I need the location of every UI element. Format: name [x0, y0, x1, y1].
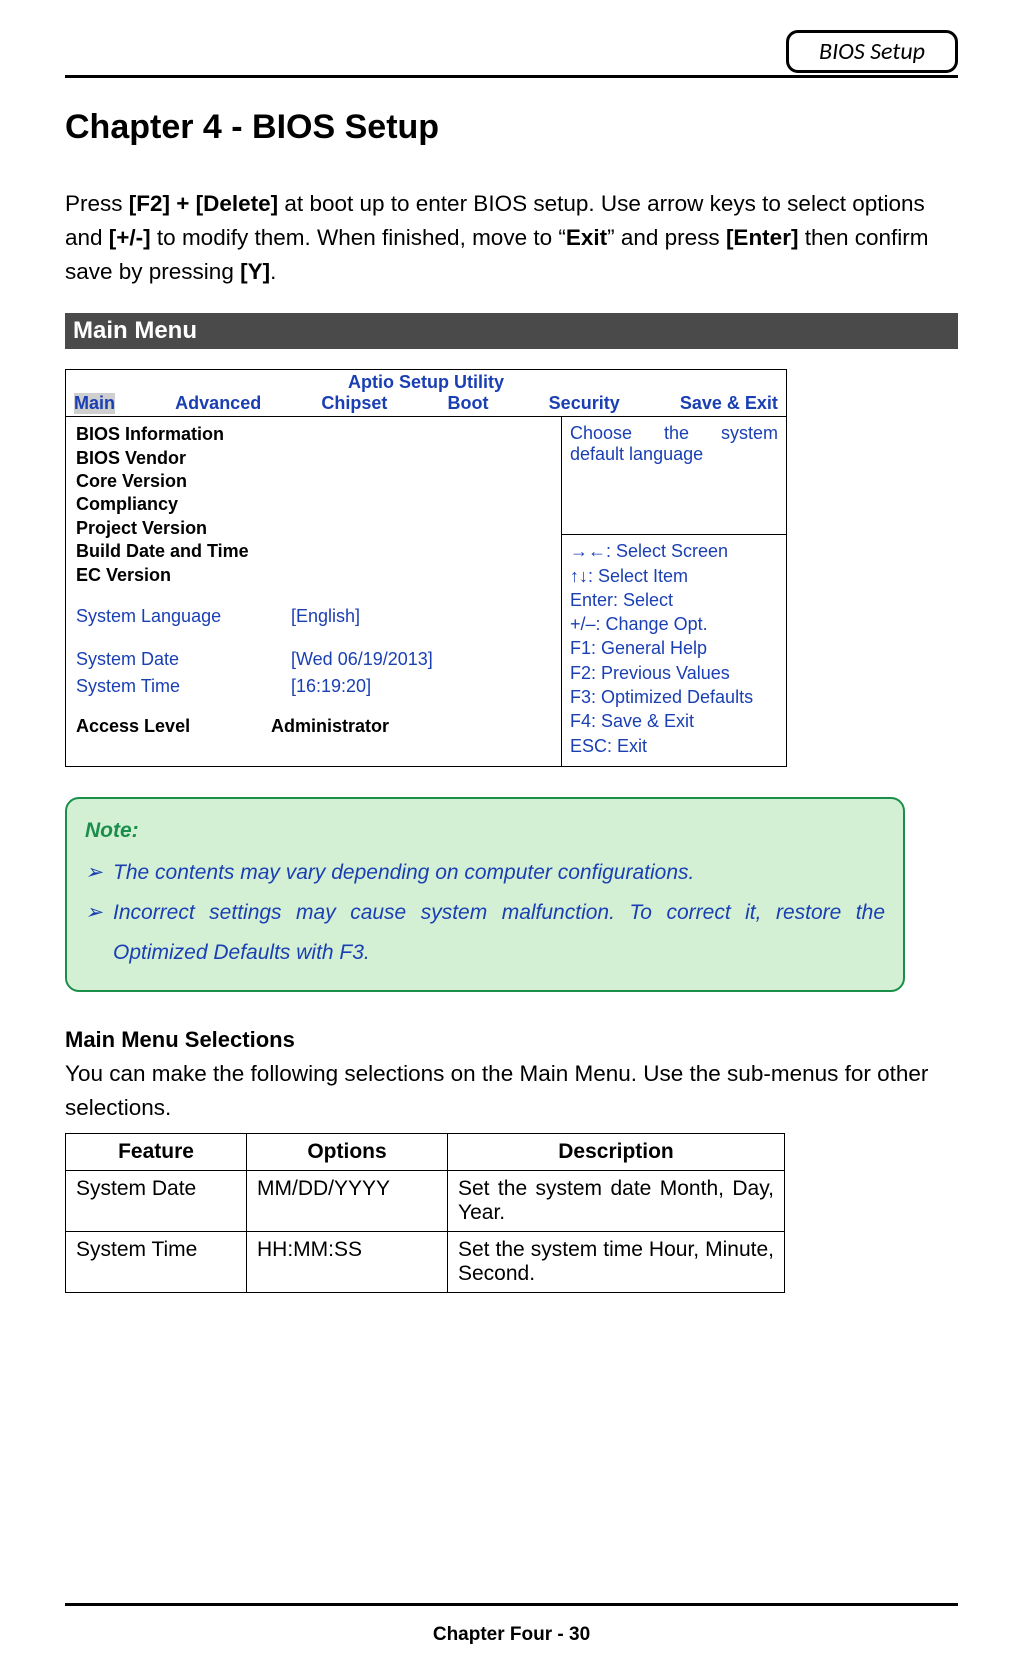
top-rule: [65, 75, 958, 78]
note-item: ➢ Incorrect settings may cause system ma…: [85, 893, 885, 973]
bios-key-line: ↑↓: Select Item: [570, 564, 778, 588]
header-badge: BIOS Setup: [786, 30, 958, 73]
bios-info-line: Compliancy: [76, 493, 551, 516]
bios-key-line: F2: Previous Values: [570, 661, 778, 685]
bios-tab-chipset[interactable]: Chipset: [321, 393, 387, 414]
th-feature: Feature: [66, 1133, 247, 1170]
chapter-title: Chapter 4 - BIOS Setup: [65, 108, 958, 147]
bios-access-level-row: Access Level Administrator: [76, 716, 551, 737]
cell-description: Set the system time Hour, Minute, Second…: [448, 1231, 785, 1292]
intro-text: ” and press: [607, 225, 726, 250]
note-text: Incorrect settings may cause system malf…: [113, 893, 885, 973]
cell-description: Set the system date Month, Day, Year.: [448, 1170, 785, 1231]
page-header: BIOS Setup: [65, 30, 958, 73]
bios-info-line: BIOS Information: [76, 423, 551, 446]
bios-left-pane: BIOS Information BIOS Vendor Core Versio…: [66, 417, 561, 766]
bios-key-line: F1: General Help: [570, 636, 778, 660]
note-text: The contents may vary depending on compu…: [113, 853, 885, 893]
section-bar-main-menu: Main Menu: [65, 313, 958, 349]
intro-text: to modify them. When finished, move to “: [151, 225, 566, 250]
bios-key-line: F3: Optimized Defaults: [570, 685, 778, 709]
bios-key-line: Enter: Select: [570, 588, 778, 612]
cell-feature: System Time: [66, 1231, 247, 1292]
th-options: Options: [247, 1133, 448, 1170]
bios-access-level-value: Administrator: [271, 716, 389, 737]
bios-system-date-label: System Date: [76, 646, 291, 673]
bios-tab-boot[interactable]: Boot: [448, 393, 489, 414]
bios-key-legend: →←: Select Screen ↑↓: Select Item Enter:…: [561, 535, 786, 766]
bios-key-line: F4: Save & Exit: [570, 709, 778, 733]
intro-key-enter: [Enter]: [726, 225, 799, 250]
bios-tab-save-exit[interactable]: Save & Exit: [680, 393, 778, 414]
bios-info-line: Core Version: [76, 470, 551, 493]
th-description: Description: [448, 1133, 785, 1170]
bios-key-line: +/–: Change Opt.: [570, 612, 778, 636]
footer-text: Chapter Four - 30: [65, 1624, 958, 1646]
note-box: Note: ➢ The contents may vary depending …: [65, 797, 905, 993]
table-header-row: Feature Options Description: [66, 1133, 785, 1170]
bios-tab-main[interactable]: Main: [74, 393, 115, 414]
intro-text: Press: [65, 191, 129, 216]
bios-access-level-label: Access Level: [76, 716, 271, 737]
bios-info-line: Project Version: [76, 517, 551, 540]
intro-key-plusminus: [+/-]: [109, 225, 151, 250]
bios-key-line: ESC: Exit: [570, 734, 778, 758]
cell-options: MM/DD/YYYY: [247, 1170, 448, 1231]
intro-key-y: [Y]: [240, 259, 270, 284]
bios-help-text: Choose the system default language: [561, 417, 786, 535]
intro-paragraph: Press [F2] + [Delete] at boot up to ente…: [65, 187, 958, 288]
bios-system-time-value: [16:19:20]: [291, 673, 371, 700]
intro-text: .: [270, 259, 276, 284]
table-row: System Date MM/DD/YYYY Set the system da…: [66, 1170, 785, 1231]
bullet-arrow-icon: ➢: [85, 893, 113, 973]
bios-panel-header: Aptio Setup Utility Main Advanced Chipse…: [66, 370, 786, 417]
bios-system-language-label: System Language: [76, 603, 291, 630]
bottom-rule: [65, 1603, 958, 1606]
intro-exit: Exit: [566, 225, 607, 250]
bios-system-time-row[interactable]: System Time [16:19:20]: [76, 673, 551, 700]
bios-system-language-row[interactable]: System Language [English]: [76, 603, 551, 630]
bios-tabs: Main Advanced Chipset Boot Security Save…: [72, 393, 780, 414]
bullet-arrow-icon: ➢: [85, 853, 113, 893]
intro-key-f2-delete: [F2] + [Delete]: [129, 191, 278, 216]
cell-options: HH:MM:SS: [247, 1231, 448, 1292]
selections-heading: Main Menu Selections: [65, 1027, 958, 1053]
cell-feature: System Date: [66, 1170, 247, 1231]
selections-table: Feature Options Description System Date …: [65, 1133, 785, 1293]
bios-key-line: →←: Select Screen: [570, 539, 778, 563]
bios-system-language-value: [English]: [291, 603, 360, 630]
bios-tab-advanced[interactable]: Advanced: [175, 393, 261, 414]
bios-system-date-row[interactable]: System Date [Wed 06/19/2013]: [76, 646, 551, 673]
bios-info-line: Build Date and Time: [76, 540, 551, 563]
bios-title: Aptio Setup Utility: [72, 372, 780, 393]
bios-system-date-value: [Wed 06/19/2013]: [291, 646, 433, 673]
bios-info-line: BIOS Vendor: [76, 447, 551, 470]
bios-tab-security[interactable]: Security: [549, 393, 620, 414]
bios-panel: Aptio Setup Utility Main Advanced Chipse…: [65, 369, 787, 767]
page-footer: Chapter Four - 30: [65, 1603, 958, 1646]
note-item: ➢ The contents may vary depending on com…: [85, 853, 885, 893]
bios-right-pane: Choose the system default language →←: S…: [561, 417, 786, 766]
bios-system-time-label: System Time: [76, 673, 291, 700]
selections-intro: You can make the following selections on…: [65, 1057, 958, 1125]
bios-info-line: EC Version: [76, 564, 551, 587]
note-title: Note:: [85, 811, 885, 851]
table-row: System Time HH:MM:SS Set the system time…: [66, 1231, 785, 1292]
